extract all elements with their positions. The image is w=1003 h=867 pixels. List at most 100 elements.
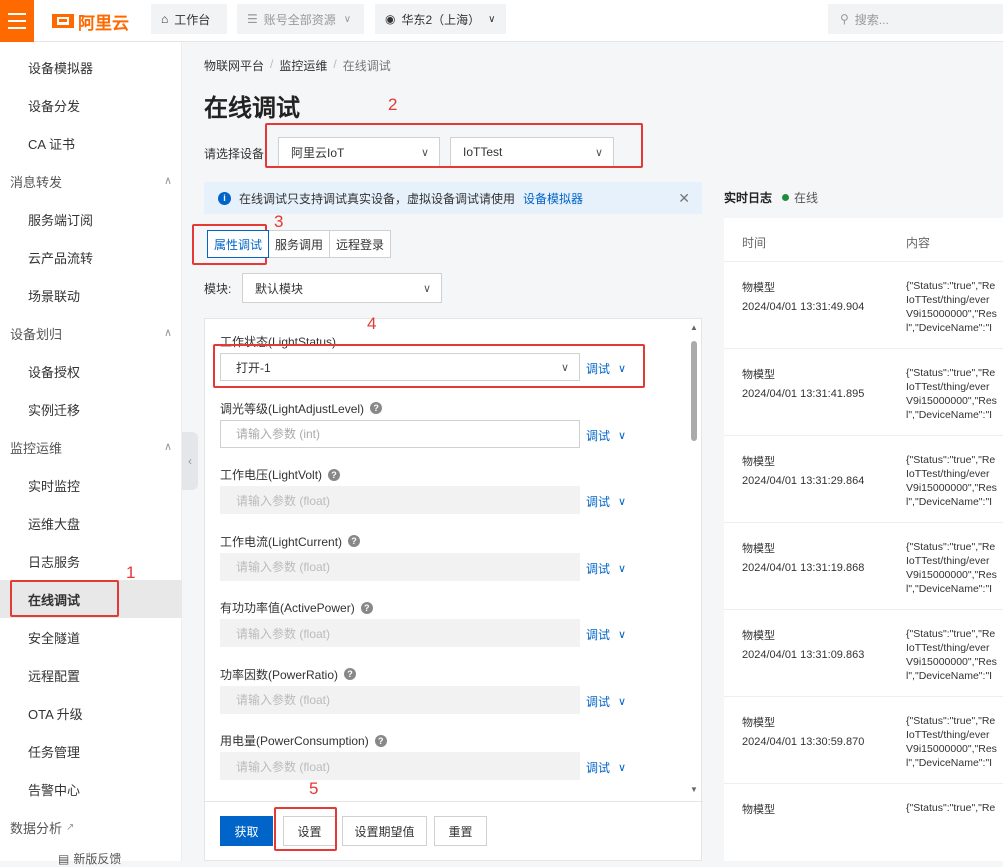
workbench-label: 工作台 (174, 12, 211, 27)
sidebar-item-11[interactable]: 实时监控 (0, 466, 182, 504)
chevron-down-icon: ∨ (618, 629, 627, 641)
sidebar-item-19[interactable]: 告警中心 (0, 770, 182, 808)
log-content-line: l","DeviceName":"I (906, 670, 993, 682)
property-debug-dropdown[interactable]: 调试 ∨ (586, 493, 626, 510)
property-value-input[interactable]: 请输入参数 (int) (220, 419, 580, 448)
get-button[interactable]: 获取 (220, 816, 273, 846)
property-label: 工作电压(LightVolt)? (220, 466, 341, 483)
log-content-line: V9i15000000","Res (906, 743, 997, 755)
log-row[interactable]: 物模型 {"Status":"true","Re (724, 784, 1003, 861)
property-debug-dropdown[interactable]: 调试 ∨ (586, 626, 626, 643)
property-debug-dropdown[interactable]: 调试 ∨ (586, 560, 626, 577)
close-icon[interactable]: ✕ (678, 190, 690, 207)
log-content-line: V9i15000000","Res (906, 482, 997, 494)
help-icon[interactable]: ? (360, 601, 373, 614)
help-icon[interactable]: ? (370, 402, 383, 414)
workbench-button[interactable]: ⌂ 工作台 (151, 4, 227, 34)
sidebar-item-label: CA 证书 (28, 136, 75, 152)
help-icon[interactable]: ? (374, 734, 387, 747)
sidebar-item-17[interactable]: OTA 升级 (0, 694, 182, 732)
log-row[interactable]: 物模型 2024/04/01 13:31:09.863 {"Status":"tru… (724, 610, 1003, 697)
log-row[interactable]: 物模型 2024/04/01 13:30:59.870 {"Status":"tru… (724, 697, 1003, 784)
sidebar-item-18[interactable]: 任务管理 (0, 732, 182, 770)
aliyun-logo[interactable]: 阿里云 (52, 11, 129, 33)
tab-service-call[interactable]: 服务调用 (268, 230, 331, 258)
log-row[interactable]: 物模型 2024/04/01 13:31:19.868 {"Status":"tru… (724, 523, 1003, 610)
chevron-down-icon: ∨ (618, 695, 627, 708)
log-row[interactable]: 物模型 2024/04/01 13:31:49.904 {"Status":"tru… (724, 262, 1003, 349)
annotation-box-4 (213, 344, 645, 388)
location-pin-icon: ◉ (385, 12, 396, 26)
tab-remote-login[interactable]: 远程登录 (329, 230, 392, 258)
sidebar-item-1[interactable]: 设备分发 (0, 86, 182, 124)
log-content-line: V9i15000000","Res (906, 308, 997, 320)
scroll-up-icon[interactable]: ▲ (690, 323, 698, 332)
sidebar-item-0[interactable]: 设备模拟器 (0, 48, 182, 86)
property-debug-dropdown[interactable]: 调试 ∨ (586, 427, 626, 444)
reset-button[interactable]: 重置 (434, 816, 487, 846)
log-content-line: IoTTest/thing/ever (906, 642, 990, 654)
sidebar-group-7[interactable]: 设备划归 ∧ (0, 314, 182, 352)
menu-icon[interactable] (0, 0, 34, 42)
debug-label: 调试 (586, 761, 611, 775)
sidebar-item-2[interactable]: CA 证书 (0, 124, 182, 162)
region-dropdown[interactable]: ◉ 华东2（上海） ∨ (375, 4, 506, 34)
log-content-line: l","DeviceName":"I (906, 409, 993, 421)
search-input[interactable]: ⚲ 搜索... (828, 4, 1003, 34)
log-row[interactable]: 物模型 2024/04/01 13:31:29.864 {"Status":"tru… (724, 436, 1003, 523)
sidebar-group-3[interactable]: 消息转发 ∧ (0, 162, 182, 200)
sidebar-item-12[interactable]: 运维大盘 (0, 504, 182, 542)
breadcrumb-iot-platform[interactable]: 物联网平台 (204, 57, 264, 74)
annotation-number-1: 1 (126, 563, 136, 582)
module-select[interactable]: 默认模块 ∨ (242, 273, 442, 303)
sidebar-group-10[interactable]: 监控运维 ∧ (0, 428, 182, 466)
property-value-input[interactable]: 请输入参数 (float) (220, 552, 580, 581)
sidebar-collapse-handle[interactable]: ‹ (182, 432, 198, 490)
log-content: {"Status":"true","Re IoTTest/thing/ever V9… (906, 366, 1003, 422)
log-content-line: {"Status":"true","Re (906, 280, 996, 292)
property-placeholder: 请输入参数 (float) (236, 626, 331, 641)
debug-label: 调试 (586, 694, 611, 709)
property-debug-dropdown[interactable]: 调试 ∨ (586, 759, 626, 776)
sidebar-item-8[interactable]: 设备授权 (0, 352, 182, 390)
log-type: 物模型 (742, 543, 775, 555)
log-content: {"Status":"true","Re IoTTest/thing/ever V9… (906, 714, 1003, 770)
set-expected-button[interactable]: 设置期望值 (342, 816, 427, 846)
sidebar-item-6[interactable]: 场景联动 (0, 276, 182, 314)
scroll-down-icon[interactable]: ▼ (690, 785, 698, 794)
annotation-number-3: 3 (274, 212, 284, 231)
help-icon[interactable]: ? (348, 535, 361, 547)
chevron-up-icon: ∧ (163, 327, 172, 339)
feedback-link[interactable]: ▤ 新版反馈 (58, 850, 121, 867)
property-value-input[interactable]: 请输入参数 (float) (220, 752, 580, 780)
sidebar-item-16[interactable]: 远程配置 (0, 656, 182, 694)
sidebar-item-15[interactable]: 安全隧道 (0, 618, 182, 656)
sidebar-item-4[interactable]: 服务端订阅 (0, 200, 182, 238)
sidebar-group-20[interactable]: 数据分析 ↗ (0, 808, 182, 846)
sidebar-item-label: 实例迁移 (28, 402, 81, 418)
account-resources-dropdown[interactable]: ☰ 账号全部资源 ∨ (237, 4, 364, 34)
help-icon[interactable]: ? (328, 468, 341, 481)
property-label: 有功功率值(ActivePower)? (220, 599, 373, 616)
annotation-number-2: 2 (388, 95, 398, 114)
device-simulator-link[interactable]: 设备模拟器 (523, 190, 583, 207)
help-icon[interactable]: ? (344, 668, 357, 680)
property-value-input[interactable]: 请输入参数 (float) (220, 486, 580, 514)
sidebar-item-5[interactable]: 云产品流转 (0, 238, 182, 276)
property-placeholder: 请输入参数 (int) (236, 427, 321, 441)
log-content: {"Status":"true","Re IoTTest/thing/ever V9… (906, 540, 1003, 596)
property-debug-dropdown[interactable]: 调试 ∨ (586, 693, 626, 710)
property-scrollbar[interactable]: ▲ ▼ (690, 323, 698, 794)
breadcrumb-monitoring[interactable]: 监控运维 (279, 57, 327, 74)
sidebar: 设备模拟器 设备分发 CA 证书消息转发 ∧ 服务端订阅云产品流转场景联动 设备划归 ∧ 设备… (0, 42, 182, 866)
sidebar-item-13[interactable]: 日志服务 (0, 542, 182, 580)
property-list: 工作状态(LightStatus) 打开-1 ∨ 调试 ∨ 调光等级(LightAdjus… (205, 319, 703, 801)
scrollbar-thumb[interactable] (691, 341, 697, 441)
external-link-icon: ↗ (66, 821, 75, 833)
tab-property-debug[interactable]: 属性调试 (207, 230, 270, 258)
property-value-input[interactable]: 请输入参数 (float) (220, 619, 580, 647)
sidebar-item-9[interactable]: 实例迁移 (0, 390, 182, 428)
sidebar-item-label: 云产品流转 (28, 250, 94, 266)
log-row[interactable]: 物模型 2024/04/01 13:31:41.895 {"Status":"tru… (724, 349, 1003, 436)
property-value-input[interactable]: 请输入参数 (float) (220, 685, 580, 714)
